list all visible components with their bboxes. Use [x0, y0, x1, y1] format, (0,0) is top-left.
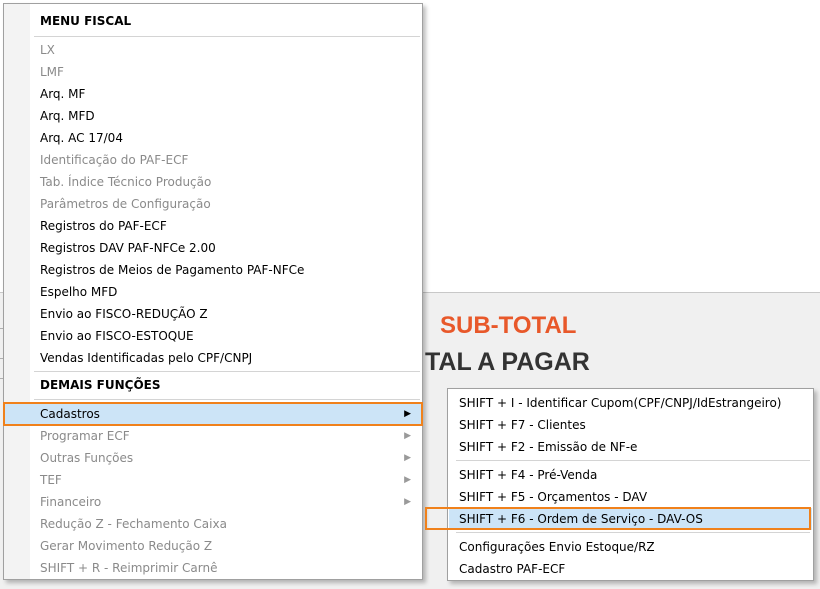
- section-header-menu-fiscal: MENU FISCAL: [40, 14, 132, 28]
- menu-separator: [456, 460, 810, 461]
- menu-item-label: Financeiro: [40, 495, 102, 509]
- menu-item-parametros-configuracao[interactable]: Parâmetros de Configuração: [5, 193, 421, 215]
- menu-item-identificacao-paf[interactable]: Identificação do PAF-ECF: [5, 149, 421, 171]
- menu-item-registros-meios-pagamento[interactable]: Registros de Meios de Pagamento PAF-NFCe: [5, 259, 421, 281]
- subtotal-label: SUB-TOTAL: [440, 312, 577, 339]
- menu-item-programar-ecf[interactable]: Programar ECF ▶: [5, 425, 421, 447]
- menu-item-outras-funcoes[interactable]: Outras Funções ▶: [5, 447, 421, 469]
- menu-separator: [34, 399, 420, 400]
- section-header-demais-funcoes: DEMAIS FUNÇÕES: [40, 378, 161, 392]
- menu-item-lx[interactable]: LX: [5, 39, 421, 61]
- menu-item-registros-dav[interactable]: Registros DAV PAF-NFCe 2.00: [5, 237, 421, 259]
- submenu-item-clientes[interactable]: SHIFT + F7 - Clientes: [449, 414, 812, 436]
- menu-item-reducao-z-fechamento[interactable]: Redução Z - Fechamento Caixa: [5, 513, 421, 535]
- menu-item-label: Programar ECF: [40, 429, 130, 443]
- menu-item-financeiro[interactable]: Financeiro ▶: [5, 491, 421, 513]
- menu-item-lmf[interactable]: LMF: [5, 61, 421, 83]
- menu-item-espelho-mfd[interactable]: Espelho MFD: [5, 281, 421, 303]
- menu-item-label: Cadastros: [40, 407, 100, 421]
- menu-item-arq-mf[interactable]: Arq. MF: [5, 83, 421, 105]
- submenu-item-identificar-cupom[interactable]: SHIFT + I - Identificar Cupom(CPF/CNPJ/I…: [449, 392, 812, 414]
- menu-item-gerar-movimento[interactable]: Gerar Movimento Redução Z: [5, 535, 421, 557]
- menu-item-arq-mfd[interactable]: Arq. MFD: [5, 105, 421, 127]
- menu-item-label: TEF: [40, 473, 62, 487]
- submenu-arrow-icon: ▶: [404, 453, 411, 463]
- submenu-arrow-icon: ▶: [404, 497, 411, 507]
- submenu-arrow-icon: ▶: [404, 431, 411, 441]
- menu-item-indice-tecnico[interactable]: Tab. Índice Técnico Produção: [5, 171, 421, 193]
- submenu-item-orcamentos[interactable]: SHIFT + F5 - Orçamentos - DAV: [449, 486, 812, 508]
- submenu-arrow-icon: ▶: [404, 409, 411, 419]
- menu-item-envio-estoque[interactable]: Envio ao FISCO-ESTOQUE: [5, 325, 421, 347]
- submenu-arrow-icon: ▶: [404, 475, 411, 485]
- context-menu: MENU FISCAL LX LMF Arq. MF Arq. MFD Arq.…: [3, 3, 423, 580]
- menu-separator: [34, 371, 420, 372]
- menu-item-label: Outras Funções: [40, 451, 134, 465]
- submenu-item-pre-venda[interactable]: SHIFT + F4 - Pré-Venda: [449, 464, 812, 486]
- menu-item-registros-paf[interactable]: Registros do PAF-ECF: [5, 215, 421, 237]
- submenu-item-configuracoes-envio[interactable]: Configurações Envio Estoque/RZ: [449, 536, 812, 558]
- submenu-item-ordem-servico[interactable]: SHIFT + F6 - Ordem de Serviço - DAV-OS: [449, 508, 812, 530]
- menu-separator: [456, 532, 810, 533]
- menu-item-cadastros[interactable]: Cadastros ▶: [5, 403, 421, 425]
- submenu-item-cadastro-paf-ecf[interactable]: Cadastro PAF-ECF: [449, 558, 812, 580]
- menu-item-vendas-identificadas[interactable]: Vendas Identificadas pelo CPF/CNPJ: [5, 347, 421, 369]
- cadastros-submenu: SHIFT + I - Identificar Cupom(CPF/CNPJ/I…: [447, 388, 814, 581]
- total-to-pay-label: TAL A PAGAR: [425, 348, 590, 376]
- menu-separator: [34, 36, 420, 37]
- menu-item-envio-reducao-z[interactable]: Envio ao FISCO-REDUÇÃO Z: [5, 303, 421, 325]
- menu-item-arq-ac[interactable]: Arq. AC 17/04: [5, 127, 421, 149]
- menu-item-tef[interactable]: TEF ▶: [5, 469, 421, 491]
- submenu-item-emissao-nfe[interactable]: SHIFT + F2 - Emissão de NF-e: [449, 436, 812, 458]
- menu-item-reimprimir-carne[interactable]: SHIFT + R - Reimprimir Carnê: [5, 557, 421, 579]
